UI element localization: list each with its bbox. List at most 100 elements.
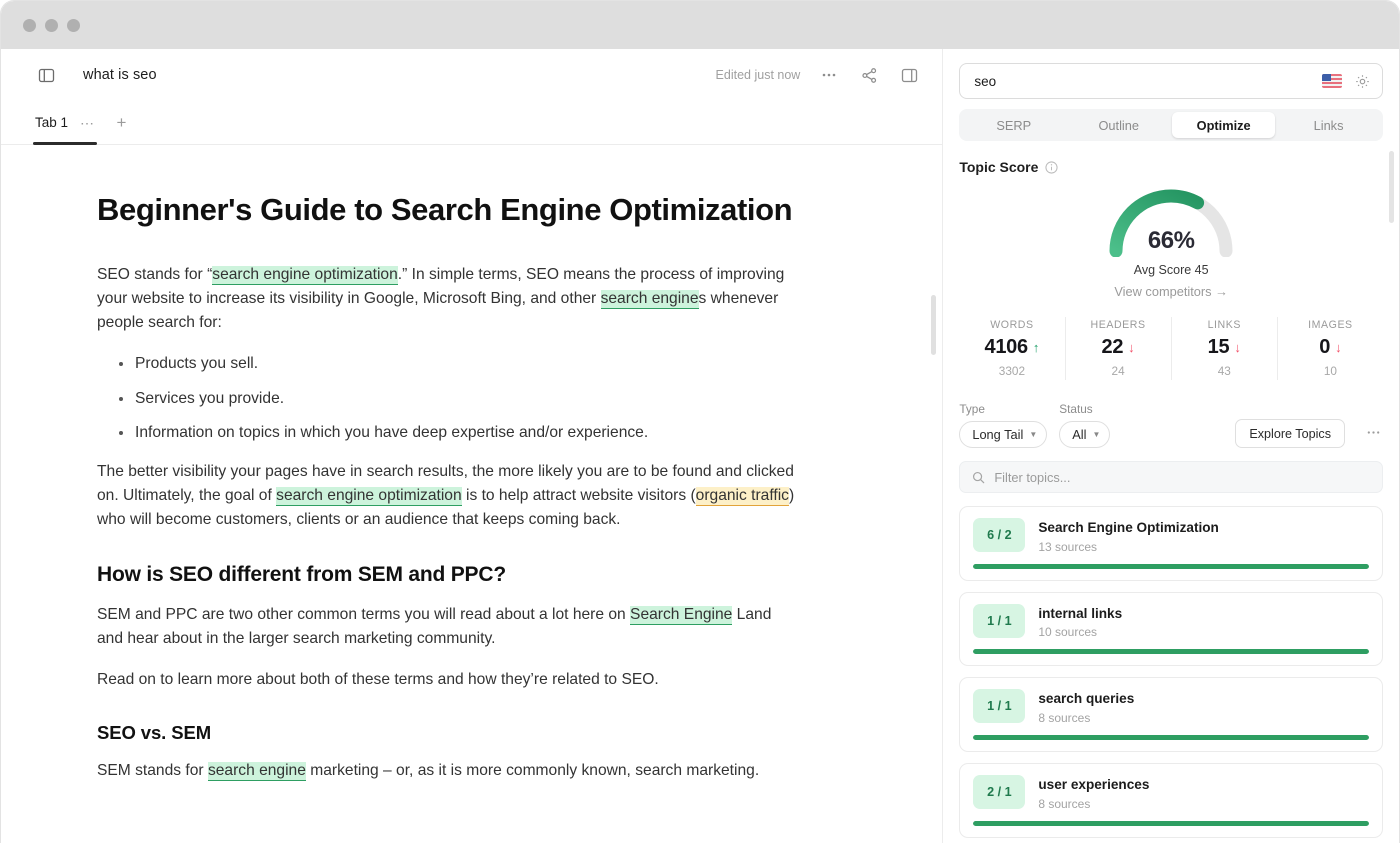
app-window: what is seo Edited just now: [0, 0, 1400, 843]
status-filter-value: All: [1072, 427, 1086, 442]
metric-words: WORDS4106↑3302: [959, 317, 1065, 380]
chevron-down-icon: ▼: [1029, 431, 1037, 439]
tab-tab-1[interactable]: Tab 1 ⋯: [33, 101, 97, 145]
topic-name: internal links: [1038, 605, 1122, 623]
topic-texts: internal links10 sources: [1038, 604, 1122, 640]
share-icon[interactable]: [858, 64, 880, 86]
topic-name: user experiences: [1038, 776, 1149, 794]
filter-topics-input[interactable]: [994, 470, 1370, 485]
highlight-term[interactable]: search engine optimization: [276, 487, 462, 506]
metric-benchmark: 24: [1066, 364, 1171, 378]
edit-status-text: Edited just now: [716, 68, 801, 82]
metric-benchmark: 10: [1278, 364, 1383, 378]
highlight-term[interactable]: Search Engine: [630, 606, 732, 625]
topic-sources: 8 sources: [1038, 797, 1149, 811]
us-flag-icon[interactable]: [1322, 74, 1342, 88]
topic-card[interactable]: 2 / 1 user experiences 8 sources: [959, 763, 1383, 838]
topic-card-top: 1 / 1 internal links10 sources: [973, 604, 1369, 640]
metric-images: IMAGES 0↓ 10: [1278, 317, 1383, 380]
document-body[interactable]: Beginner's Guide to Search Engine Optimi…: [97, 191, 797, 783]
topic-score-header: Topic Score: [943, 141, 1399, 175]
tab-label: Tab 1: [35, 115, 68, 130]
metric-benchmark: 43: [1172, 364, 1277, 378]
type-filter-value: Long Tail: [972, 427, 1023, 442]
panel-left-icon[interactable]: [33, 62, 59, 88]
info-icon[interactable]: [1045, 161, 1058, 174]
tab-links[interactable]: Links: [1277, 112, 1380, 138]
highlight-term[interactable]: search engine: [601, 290, 699, 309]
topic-count-badge: 2 / 1: [973, 775, 1025, 809]
ellipsis-icon[interactable]: [818, 64, 840, 86]
view-competitors-link[interactable]: View competitors →: [1114, 284, 1228, 299]
topic-count-badge: 1 / 1: [973, 689, 1025, 723]
search-input[interactable]: [974, 74, 1312, 89]
panel-right-icon[interactable]: [898, 64, 920, 86]
arrow-down-icon: ↓: [1128, 341, 1135, 354]
topic-count-badge: 6 / 2: [973, 518, 1025, 552]
tab-overflow-icon[interactable]: ⋯: [80, 116, 95, 130]
topics-overflow-icon[interactable]: [1366, 425, 1381, 448]
topic-card[interactable]: 1 / 1 internal links10 sources: [959, 592, 1383, 667]
metric-value: 4106: [985, 336, 1028, 359]
topic-card[interactable]: 1 / 1 search queries 8 sources: [959, 677, 1383, 752]
page-title[interactable]: what is seo: [83, 67, 157, 83]
document-heading-3: SEO vs. SEM: [97, 722, 797, 744]
highlight-term[interactable]: organic traffic: [696, 487, 789, 506]
panel-scrollbar-thumb[interactable]: [1389, 151, 1394, 223]
metric-label: IMAGES: [1278, 319, 1383, 331]
explore-topics-button[interactable]: Explore Topics: [1235, 419, 1345, 448]
topic-card-top: 1 / 1 search queries 8 sources: [973, 689, 1369, 725]
document-blocks: SEO stands for “search engine optimizati…: [97, 263, 797, 783]
tab-optimize[interactable]: Optimize: [1172, 112, 1275, 138]
status-filter-select[interactable]: All ▼: [1059, 421, 1110, 448]
list-item: Products you sell.: [97, 352, 797, 375]
metrics-row: WORDS4106↑3302HEADERS22↓24LINKS15↓43IMAG…: [959, 317, 1383, 380]
chevron-down-icon: ▼: [1092, 431, 1100, 439]
window-titlebar: [1, 1, 1399, 49]
highlight-term[interactable]: search engine optimization: [212, 266, 398, 285]
list-item: Services you provide.: [97, 387, 797, 410]
metric-value-row: 0↓: [1278, 336, 1383, 359]
topic-card-padding: [973, 654, 1369, 665]
topic-texts: user experiences 8 sources: [1038, 775, 1149, 811]
topic-texts: Search Engine Optimization13 sources: [1038, 518, 1219, 554]
document-paragraph: SEM stands for search engine marketing –…: [97, 759, 797, 783]
metric-headers: HEADERS22↓24: [1066, 317, 1172, 380]
tab-serp[interactable]: SERP: [962, 112, 1065, 138]
document-header-actions: Edited just now: [716, 64, 921, 86]
topic-count-badge: 1 / 1: [973, 604, 1025, 638]
metric-label: WORDS: [959, 319, 1064, 331]
window-maximize-button[interactable]: [67, 19, 80, 32]
type-filter-select[interactable]: Long Tail ▼: [959, 421, 1047, 448]
score-percent: 66%: [1105, 227, 1237, 255]
filter-topics-box[interactable]: [959, 461, 1383, 493]
arrow-down-icon: ↓: [1335, 341, 1342, 354]
topic-name: Search Engine Optimization: [1038, 519, 1219, 537]
topic-sources: 8 sources: [1038, 711, 1134, 725]
topic-card[interactable]: 6 / 2 Search Engine Optimization13 source…: [959, 506, 1383, 581]
add-tab-button[interactable]: +: [117, 114, 127, 131]
workspace: what is seo Edited just now: [1, 49, 1399, 843]
topic-name: search queries: [1038, 690, 1134, 708]
keyword-search-box[interactable]: [959, 63, 1383, 99]
score-gauge: 66%: [1105, 181, 1237, 257]
topic-texts: search queries 8 sources: [1038, 689, 1134, 725]
tab-outline[interactable]: Outline: [1067, 112, 1170, 138]
window-close-button[interactable]: [23, 19, 36, 32]
status-filter-label: Status: [1059, 402, 1110, 416]
highlight-term[interactable]: search engine: [208, 762, 306, 781]
document-header: what is seo Edited just now: [1, 49, 942, 101]
gear-icon[interactable]: [1352, 71, 1372, 91]
window-minimize-button[interactable]: [45, 19, 58, 32]
document-paragraph: SEO stands for “search engine optimizati…: [97, 263, 797, 335]
metric-label: HEADERS: [1066, 319, 1171, 331]
list-item: Information on topics in which you have …: [97, 421, 797, 444]
metric-label: LINKS: [1172, 319, 1277, 331]
optimize-panel: SERPOutlineOptimizeLinks Topic Score: [943, 49, 1399, 843]
panel-search-row: [943, 49, 1399, 99]
arrow-up-icon: ↑: [1033, 341, 1040, 354]
document-heading-1: Beginner's Guide to Search Engine Optimi…: [97, 191, 797, 229]
type-filter-label: Type: [959, 402, 1047, 416]
metric-value-row: 4106 ↑: [959, 336, 1064, 359]
editor-scrollbar-thumb[interactable]: [931, 295, 936, 355]
